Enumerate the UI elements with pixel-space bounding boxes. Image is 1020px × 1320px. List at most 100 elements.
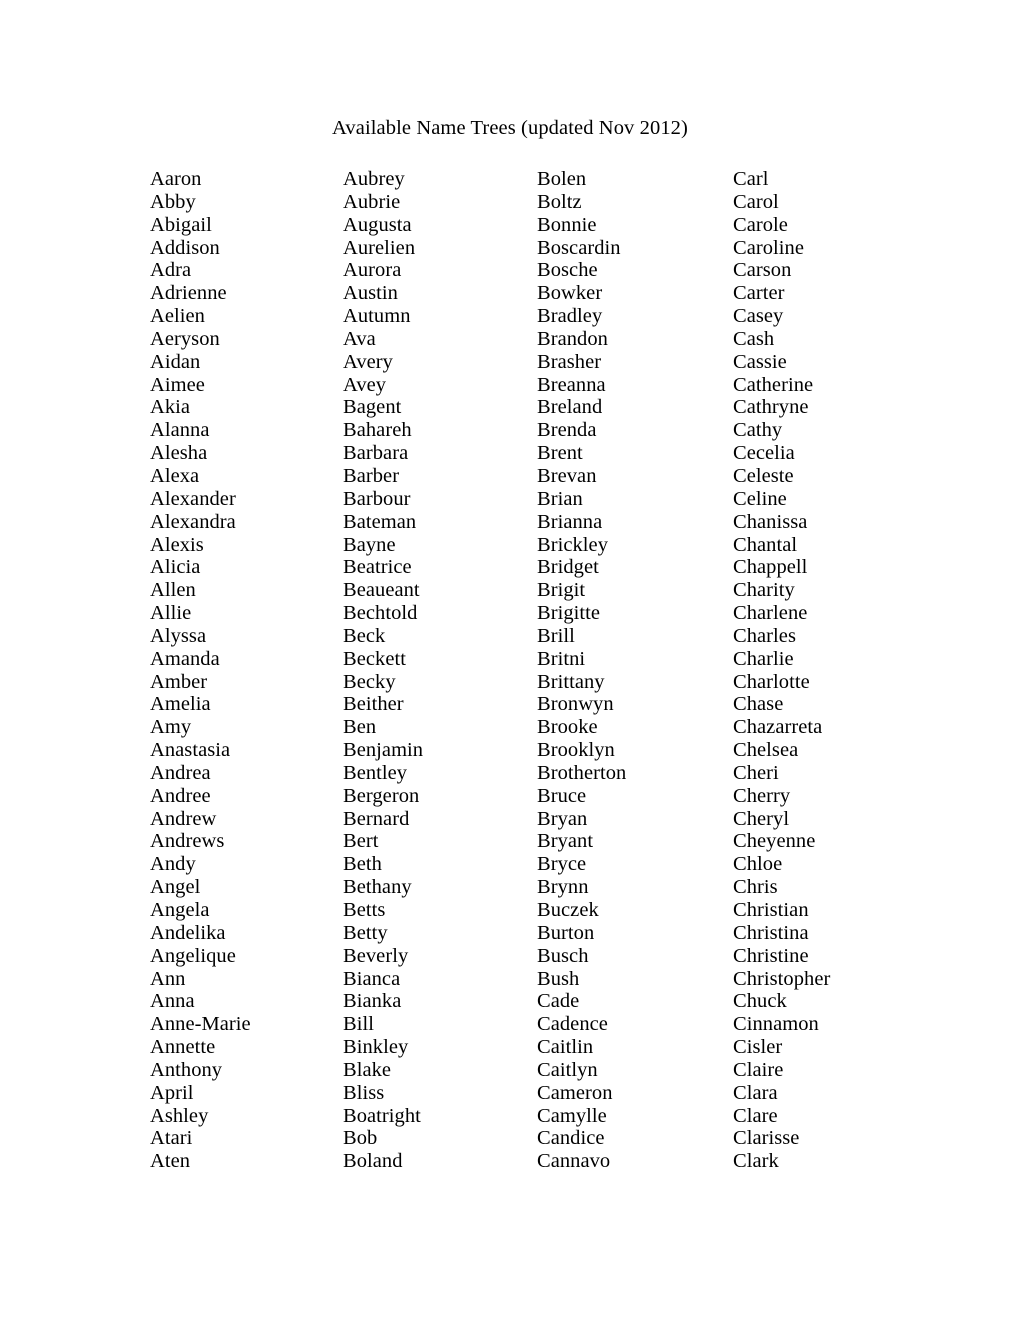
- name-entry: Alanna: [150, 419, 210, 442]
- name-entry: Cisler: [733, 1036, 783, 1059]
- name-entry: Britni: [537, 647, 586, 670]
- name-entry: Aubrie: [343, 190, 401, 213]
- name-entry: Christian: [733, 899, 809, 921]
- name-entry: Charlene: [733, 602, 808, 625]
- name-entry: Bronwyn: [537, 693, 614, 716]
- name-entry: Amanda: [150, 647, 220, 670]
- name-list-grid: Aaron Abby Abigail Addison Adra Adrienne Aelie…: [150, 168, 940, 1173]
- name-entry: Cade: [537, 990, 580, 1013]
- name-entry: Brasher: [537, 350, 602, 373]
- name-entry: April: [150, 1081, 194, 1104]
- name-entry: Anna: [150, 990, 195, 1013]
- name-entry: Barbara: [343, 442, 409, 465]
- name-entry: Beither: [343, 693, 404, 716]
- name-entry: Augusta: [343, 213, 412, 236]
- document-page: Available Name Trees (updated Nov 2012) …: [0, 0, 1020, 1320]
- name-entry: Amelia: [150, 693, 211, 716]
- name-entry: Bernard: [343, 807, 410, 830]
- name-entry: Brill: [537, 624, 575, 647]
- name-entry: Bruce: [537, 784, 587, 807]
- name-entry: Bradley: [537, 305, 603, 328]
- name-entry: Alexandra: [150, 510, 236, 533]
- name-entry: Aaron: [150, 168, 202, 190]
- name-entry: Bert: [343, 830, 379, 853]
- name-entry: Alicia: [150, 556, 201, 579]
- name-entry: Caroline: [733, 236, 804, 259]
- name-entry: Beckett: [343, 647, 406, 670]
- name-entry: Boland: [343, 1150, 403, 1173]
- name-entry: Autumn: [343, 305, 411, 328]
- name-entry: Brenda: [537, 419, 597, 442]
- name-entry: Brandon: [537, 327, 608, 350]
- name-entry: Bechtold: [343, 602, 418, 625]
- name-entry: Bahareh: [343, 419, 412, 442]
- name-entry: Bolen: [537, 168, 587, 190]
- name-entry: Bliss: [343, 1081, 385, 1104]
- name-entry: Caitlin: [537, 1036, 594, 1059]
- name-entry: Cheri: [733, 761, 779, 784]
- name-entry: Avery: [343, 350, 393, 373]
- name-entry: Bosche: [537, 259, 598, 282]
- name-entry: Bonnie: [537, 213, 597, 236]
- name-entry: Breland: [537, 396, 603, 419]
- name-entry: Charles: [733, 624, 796, 647]
- name-entry: Beck: [343, 624, 386, 647]
- name-entry: Anne-Marie: [150, 1013, 251, 1036]
- name-entry: Andrews: [150, 830, 225, 853]
- name-entry: Cash: [733, 327, 775, 350]
- name-entry: Brevan: [537, 464, 597, 487]
- name-entry: Cadence: [537, 1013, 608, 1036]
- name-entry: Busch: [537, 944, 589, 967]
- name-entry: Clare: [733, 1104, 778, 1127]
- name-entry: Abby: [150, 190, 196, 213]
- name-entry: Christopher: [733, 967, 831, 990]
- name-entry: Angela: [150, 899, 210, 921]
- name-entry: Cheyenne: [733, 830, 816, 853]
- name-entry: Cherry: [733, 784, 791, 807]
- name-entry: Brooke: [537, 716, 598, 739]
- name-entry: Bianca: [343, 967, 401, 990]
- name-entry: Charity: [733, 579, 795, 602]
- name-entry: Bentley: [343, 761, 408, 784]
- name-entry: Brent: [537, 442, 583, 465]
- name-entry: Ava: [343, 327, 376, 350]
- name-entry: Anthony: [150, 1058, 223, 1081]
- name-entry: Brian: [537, 487, 583, 510]
- name-entry: Beatrice: [343, 556, 412, 579]
- name-entry: Chantal: [733, 533, 798, 556]
- name-entry: Claire: [733, 1058, 784, 1081]
- name-entry: Anastasia: [150, 739, 231, 762]
- name-entry: Bowker: [537, 282, 603, 305]
- name-entry: Blake: [343, 1058, 392, 1081]
- name-entry: Beth: [343, 853, 382, 876]
- name-entry: Bayne: [343, 533, 396, 556]
- name-entry: Addison: [150, 236, 220, 259]
- name-entry: Chanissa: [733, 510, 808, 533]
- name-entry: Andrea: [150, 761, 211, 784]
- name-entry: Candice: [537, 1127, 605, 1150]
- name-entry: Becky: [343, 670, 396, 693]
- name-entry: Avey: [343, 373, 387, 396]
- name-entry: Charlie: [733, 647, 794, 670]
- name-entry: Ashley: [150, 1104, 209, 1127]
- name-entry: Betty: [343, 921, 388, 944]
- name-entry: Breanna: [537, 373, 606, 396]
- name-entry: Alyssa: [150, 624, 207, 647]
- name-entry: Celeste: [733, 464, 794, 487]
- name-entry: Atari: [150, 1127, 193, 1150]
- name-entry: Christina: [733, 921, 809, 944]
- name-entry: Andy: [150, 853, 196, 876]
- name-entry: Bryant: [537, 830, 594, 853]
- name-entry: Bob: [343, 1127, 378, 1150]
- name-entry: Brittany: [537, 670, 605, 693]
- name-entry: Boatright: [343, 1104, 421, 1127]
- name-entry: Brigit: [537, 579, 586, 602]
- name-entry: Alexis: [150, 533, 204, 556]
- name-entry: Andelika: [150, 921, 226, 944]
- name-entry: Brigitte: [537, 602, 601, 625]
- name-entry: Chris: [733, 876, 778, 899]
- name-entry: Casey: [733, 305, 784, 328]
- name-entry: Celine: [733, 487, 787, 510]
- name-entry: Allie: [150, 602, 192, 625]
- name-entry: Ben: [343, 716, 377, 739]
